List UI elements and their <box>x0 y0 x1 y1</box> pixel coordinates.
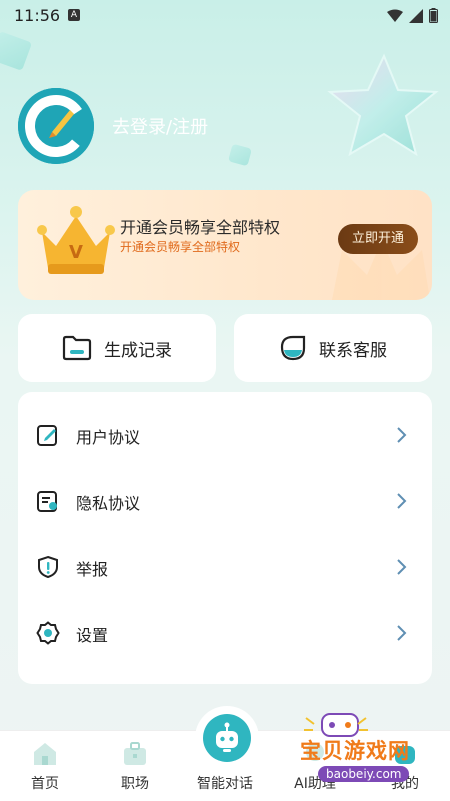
menu-label-settings: 设置 <box>76 626 109 645</box>
crown-icon: V <box>37 206 115 274</box>
vip-title: 开通会员畅享全部特权 <box>120 218 281 237</box>
decorative-cube <box>0 31 33 71</box>
folder-icon <box>62 335 92 361</box>
chevron-right-icon <box>397 559 407 575</box>
menu-label-report: 举报 <box>76 560 109 579</box>
menu-item-settings[interactable]: 设置 <box>18 600 432 666</box>
generation-records-label: 生成记录 <box>104 340 172 361</box>
menu-item-privacy-agreement[interactable]: 隐私协议 <box>18 468 432 534</box>
customer-service-icon <box>280 335 306 361</box>
smart-chat-fab[interactable] <box>203 714 251 762</box>
menu-item-report[interactable]: 举报 <box>18 534 432 600</box>
gear-icon <box>36 621 60 645</box>
watermark-title: 宝贝游戏网 <box>300 739 410 763</box>
tab-home[interactable]: 首页 <box>0 731 90 801</box>
status-bar: 11:56 A <box>0 0 450 32</box>
vip-membership-card[interactable]: V 开通会员畅享全部特权 开通会员畅享全部特权 立即开通 <box>18 190 432 300</box>
chevron-right-icon <box>397 493 407 509</box>
app-logo-icon <box>18 88 94 164</box>
tab-label-smart-chat: 智能对话 <box>197 776 253 792</box>
crown-letter: V <box>69 242 83 263</box>
home-icon <box>34 743 56 765</box>
tab-label-workplace: 职场 <box>121 776 149 792</box>
menu-label-user-agreement: 用户协议 <box>76 428 141 447</box>
shield-alert-icon <box>38 555 58 579</box>
briefcase-icon <box>124 742 146 765</box>
chevron-right-icon <box>397 427 407 443</box>
settings-menu: 用户协议 隐私协议 举报 设置 <box>18 392 432 684</box>
decorative-cube-small <box>228 143 252 167</box>
contact-support-button[interactable]: 联系客服 <box>234 314 432 382</box>
generation-records-button[interactable]: 生成记录 <box>18 314 216 382</box>
decorative-star-icon <box>327 53 439 157</box>
login-register-link[interactable]: 去登录/注册 <box>112 113 208 139</box>
robot-icon <box>216 722 238 752</box>
menu-item-user-agreement[interactable]: 用户协议 <box>18 402 432 468</box>
menu-label-privacy-agreement: 隐私协议 <box>76 494 141 513</box>
avatar[interactable] <box>18 88 94 164</box>
privacy-doc-icon <box>37 491 57 512</box>
wifi-icon <box>387 9 403 22</box>
chevron-right-icon <box>397 625 407 641</box>
tab-label-home: 首页 <box>31 776 59 792</box>
profile-header[interactable]: 去登录/注册 <box>18 88 208 164</box>
signal-icon <box>409 8 423 23</box>
status-right-icons <box>387 8 438 23</box>
a-notification-icon: A <box>68 9 80 21</box>
edit-doc-icon <box>37 425 57 446</box>
tab-workplace[interactable]: 职场 <box>90 731 180 801</box>
battery-icon <box>429 8 438 23</box>
vip-subtitle: 开通会员畅享全部特权 <box>120 240 241 254</box>
watermark-url: baobeiy.com <box>318 766 410 782</box>
contact-support-label: 联系客服 <box>319 340 387 361</box>
status-time: 11:56 <box>14 6 61 25</box>
open-vip-button[interactable]: 立即开通 <box>338 224 418 254</box>
